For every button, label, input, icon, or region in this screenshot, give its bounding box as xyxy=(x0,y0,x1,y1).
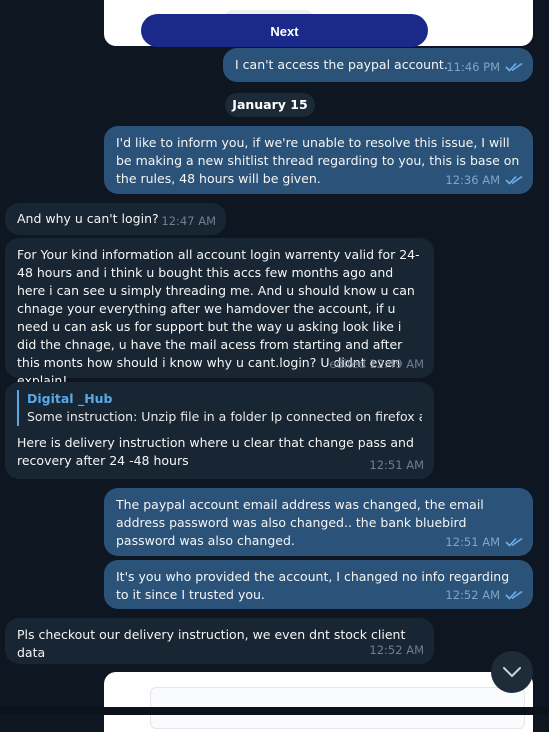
message-incoming[interactable]: For Your kind information all account lo… xyxy=(5,238,434,388)
chevron-down-icon xyxy=(503,667,521,677)
reply-quote[interactable]: Digital _Hub Some instruction: Unzip fil… xyxy=(17,390,422,426)
message-time: 12:47 AM xyxy=(161,214,216,228)
next-button[interactable]: Next xyxy=(141,14,428,47)
message-incoming[interactable]: And why u can't login? 12:47 AM xyxy=(5,203,226,235)
message-text: And why u can't login? xyxy=(17,211,159,226)
scroll-down-button[interactable] xyxy=(491,651,533,693)
message-time: edited 12:49 AM xyxy=(329,357,424,371)
bottom-strip xyxy=(0,707,549,715)
message-outgoing[interactable]: The paypal account email address was cha… xyxy=(104,488,533,556)
double-check-icon xyxy=(505,537,523,547)
message-text: The paypal account email address was cha… xyxy=(116,497,484,548)
date-separator: January 15 xyxy=(225,93,315,117)
message-outgoing[interactable]: I'd like to inform you, if we're unable … xyxy=(104,126,533,194)
message-incoming[interactable]: Pls checkout our delivery instruction, w… xyxy=(5,618,434,664)
message-time: 12:51 AM xyxy=(369,458,424,472)
message-time: 12:52 AM xyxy=(369,643,424,657)
double-check-icon xyxy=(505,62,523,72)
double-check-icon xyxy=(505,590,523,600)
double-check-icon xyxy=(505,175,523,185)
message-outgoing[interactable]: It's you who provided the account, I cha… xyxy=(104,560,533,609)
message-outgoing[interactable]: I can't access the paypal account. 11:46… xyxy=(223,48,533,82)
message-text: Here is delivery instruction where u cle… xyxy=(17,435,414,468)
message-time: 12:51 AM xyxy=(445,535,500,549)
quote-text: Some instruction: Unzip file in a folder… xyxy=(27,409,422,424)
message-text: I can't access the paypal account. xyxy=(235,57,448,72)
quote-author: Digital _Hub xyxy=(27,391,113,406)
message-time: 12:36 AM xyxy=(445,173,500,187)
message-text: Pls checkout our delivery instruction, w… xyxy=(17,627,406,660)
message-time: 11:46 PM xyxy=(446,60,500,74)
message-time: 12:52 AM xyxy=(445,588,500,602)
message-incoming[interactable]: Digital _Hub Some instruction: Unzip fil… xyxy=(5,382,434,479)
